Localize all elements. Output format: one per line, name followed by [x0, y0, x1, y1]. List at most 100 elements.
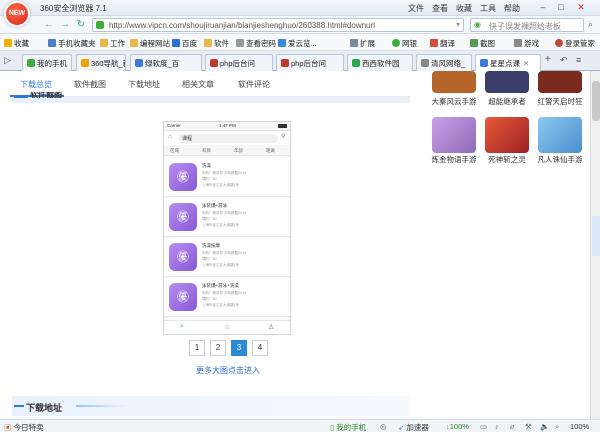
- bookmark-phone-favorites[interactable]: 手机收藏夹: [48, 38, 96, 49]
- game-label[interactable]: 死神斩之灵: [477, 154, 537, 165]
- daily-deals-link[interactable]: ▣ 今日特卖: [4, 422, 44, 432]
- recommended-games: 大秦风云手游 超能继承者 红警天启时狂 炼金物语手游 死神斩之灵 凡人诛仙手游: [420, 71, 590, 419]
- tab-menu-icon[interactable]: ≡: [576, 55, 581, 65]
- game-label[interactable]: 超能继承者: [477, 96, 537, 107]
- new-tab-icon[interactable]: +: [545, 54, 551, 65]
- back-icon[interactable]: ←: [42, 18, 56, 32]
- address-bar[interactable]: http://www.vipcn.com/shoujiruanjian/bian…: [92, 18, 464, 32]
- status-bar: ▣ 今日特卖 ▯ 我的手机 ◎ ➶ 加速器 ↓100% ▭ ♪ ℯ ⚒ 🔈 ⌕ …: [0, 419, 600, 432]
- restore-tab-icon[interactable]: ↶: [560, 55, 568, 66]
- sidebar-toggle-icon[interactable]: ▷: [4, 55, 11, 66]
- game-thumbnail[interactable]: [485, 71, 529, 93]
- refresh-icon[interactable]: ↻: [74, 18, 88, 32]
- window-icon[interactable]: ▭: [480, 422, 487, 431]
- login-manager-button[interactable]: 登录管家: [555, 38, 595, 49]
- tab-php-2[interactable]: php后台问: [276, 54, 344, 71]
- cloud-icon: [278, 39, 286, 47]
- menu-help[interactable]: 帮助: [504, 3, 520, 14]
- tab-download-overview[interactable]: 下载总览: [20, 79, 52, 90]
- secure-shield-icon: [96, 21, 104, 29]
- camera-icon[interactable]: ◎: [380, 422, 387, 431]
- game-label[interactable]: 大秦风云手游: [424, 96, 484, 107]
- tab-360-nav[interactable]: 360导航_新: [76, 54, 126, 71]
- tab-xixi[interactable]: 西西软件园: [347, 54, 413, 71]
- my-phone-button[interactable]: ▯ 我的手机: [330, 422, 366, 432]
- translate-button[interactable]: 翻译: [430, 38, 455, 49]
- ie-mode-icon[interactable]: ℯ: [510, 422, 514, 431]
- tab-download-address[interactable]: 下载地址: [128, 79, 160, 90]
- zoom-level[interactable]: 100%: [570, 422, 589, 431]
- scroll-marker: [592, 216, 600, 256]
- location-icon: ⚲: [281, 134, 286, 140]
- site-icon: [421, 59, 429, 67]
- sound-icon[interactable]: ♪: [495, 422, 499, 431]
- browser-logo-badge: NEW: [4, 1, 30, 27]
- game-label[interactable]: 红警天启时狂: [530, 96, 590, 107]
- tools-icon[interactable]: ⚒: [525, 422, 532, 431]
- bookmark-cloud[interactable]: 爱云览...: [278, 38, 317, 49]
- page-3-button[interactable]: 3: [231, 340, 247, 356]
- accelerator-button[interactable]: ➶ 加速器: [398, 422, 429, 432]
- game-thumbnail[interactable]: [538, 71, 582, 93]
- bookmark-password[interactable]: 查看密码: [236, 38, 276, 49]
- game-label[interactable]: 炼金物语手游: [424, 154, 484, 165]
- phone-icon: [27, 59, 35, 67]
- zoom-icon[interactable]: ⌕: [555, 422, 559, 432]
- game-label[interactable]: 凡人诛仙手游: [530, 154, 590, 165]
- screenshot-button[interactable]: 截图: [470, 38, 495, 49]
- minimize-icon[interactable]: –: [536, 1, 550, 14]
- maximize-icon[interactable]: □: [554, 1, 568, 14]
- page-1-button[interactable]: 1: [189, 340, 205, 356]
- tab-lvruan[interactable]: 绿软度_百: [130, 54, 202, 71]
- menu-view[interactable]: 查看: [432, 3, 448, 14]
- section-title-partial: 软件截图: [30, 92, 62, 98]
- bookmark-baidu[interactable]: 百度: [172, 38, 197, 49]
- page-2-button[interactable]: 2: [210, 340, 226, 356]
- game-thumbnail[interactable]: [432, 117, 476, 153]
- close-icon[interactable]: ✕: [574, 1, 588, 14]
- volume-icon[interactable]: 🔈: [540, 422, 549, 431]
- game-thumbnail[interactable]: [432, 71, 476, 93]
- star-icon: [4, 39, 12, 47]
- more-screenshots-link[interactable]: 更多大图点击进入: [196, 365, 260, 376]
- bookmark-software[interactable]: 软件: [204, 38, 229, 49]
- app-screenshot: Carrier 1:47 PM ⌂ 课程 ⚲ 区域 科目 年龄 距离 ㊝ 洗澡: [163, 121, 291, 335]
- site-icon: [81, 59, 89, 67]
- battery-icon: [278, 124, 287, 128]
- extensions-button[interactable]: 扩展: [350, 38, 375, 49]
- tab-comments[interactable]: 软件评论: [238, 79, 270, 90]
- scrollbar-thumb[interactable]: [592, 81, 600, 121]
- tab-related-articles[interactable]: 相关文章: [182, 79, 214, 90]
- search-input[interactable]: 快子误发裸照给老板: [489, 21, 561, 32]
- online-banking-button[interactable]: 网银: [392, 38, 417, 49]
- screenshot-section-header: 软件截图: [12, 92, 410, 103]
- search-icon: ⌕: [180, 323, 184, 330]
- search-icon[interactable]: ⌕: [588, 19, 593, 30]
- page-4-button[interactable]: 4: [252, 340, 268, 356]
- forward-icon[interactable]: →: [58, 18, 72, 32]
- bookmark-coding[interactable]: 编程网站: [130, 38, 170, 49]
- url-text[interactable]: http://www.vipcn.com/shoujiruanjian/bian…: [109, 21, 375, 30]
- bookmark-favorites[interactable]: 收藏: [4, 38, 29, 49]
- menu-favorites[interactable]: 收藏: [456, 3, 472, 14]
- tab-screenshots[interactable]: 软件截图: [74, 79, 106, 90]
- game-thumbnail[interactable]: [538, 117, 582, 153]
- tab-xingxing-active[interactable]: 星星点课 ✕: [475, 54, 541, 72]
- course-icon: ㊝: [169, 243, 197, 271]
- site-icon: [135, 59, 143, 67]
- games-button[interactable]: 游戏: [514, 38, 539, 49]
- translate-icon: [430, 39, 438, 47]
- tab-my-phone[interactable]: 我的手机: [22, 54, 72, 71]
- search-engine-icon[interactable]: ◉: [474, 20, 481, 29]
- download-status[interactable]: ↓100%: [446, 422, 469, 431]
- bookmark-work[interactable]: 工作: [100, 38, 125, 49]
- dropdown-icon[interactable]: ▾: [456, 20, 460, 29]
- menu-tools[interactable]: 工具: [480, 3, 496, 14]
- menu-file[interactable]: 文件: [408, 3, 424, 14]
- game-thumbnail[interactable]: [485, 117, 529, 153]
- tab-qingfeng[interactable]: 清风网络_: [416, 54, 472, 71]
- tab-php-1[interactable]: php后台问: [205, 54, 273, 71]
- tab-close-icon[interactable]: ✕: [523, 59, 529, 68]
- vertical-scrollbar[interactable]: [590, 71, 600, 419]
- search-box[interactable]: ◉ 快子误发裸照给老板: [470, 18, 584, 32]
